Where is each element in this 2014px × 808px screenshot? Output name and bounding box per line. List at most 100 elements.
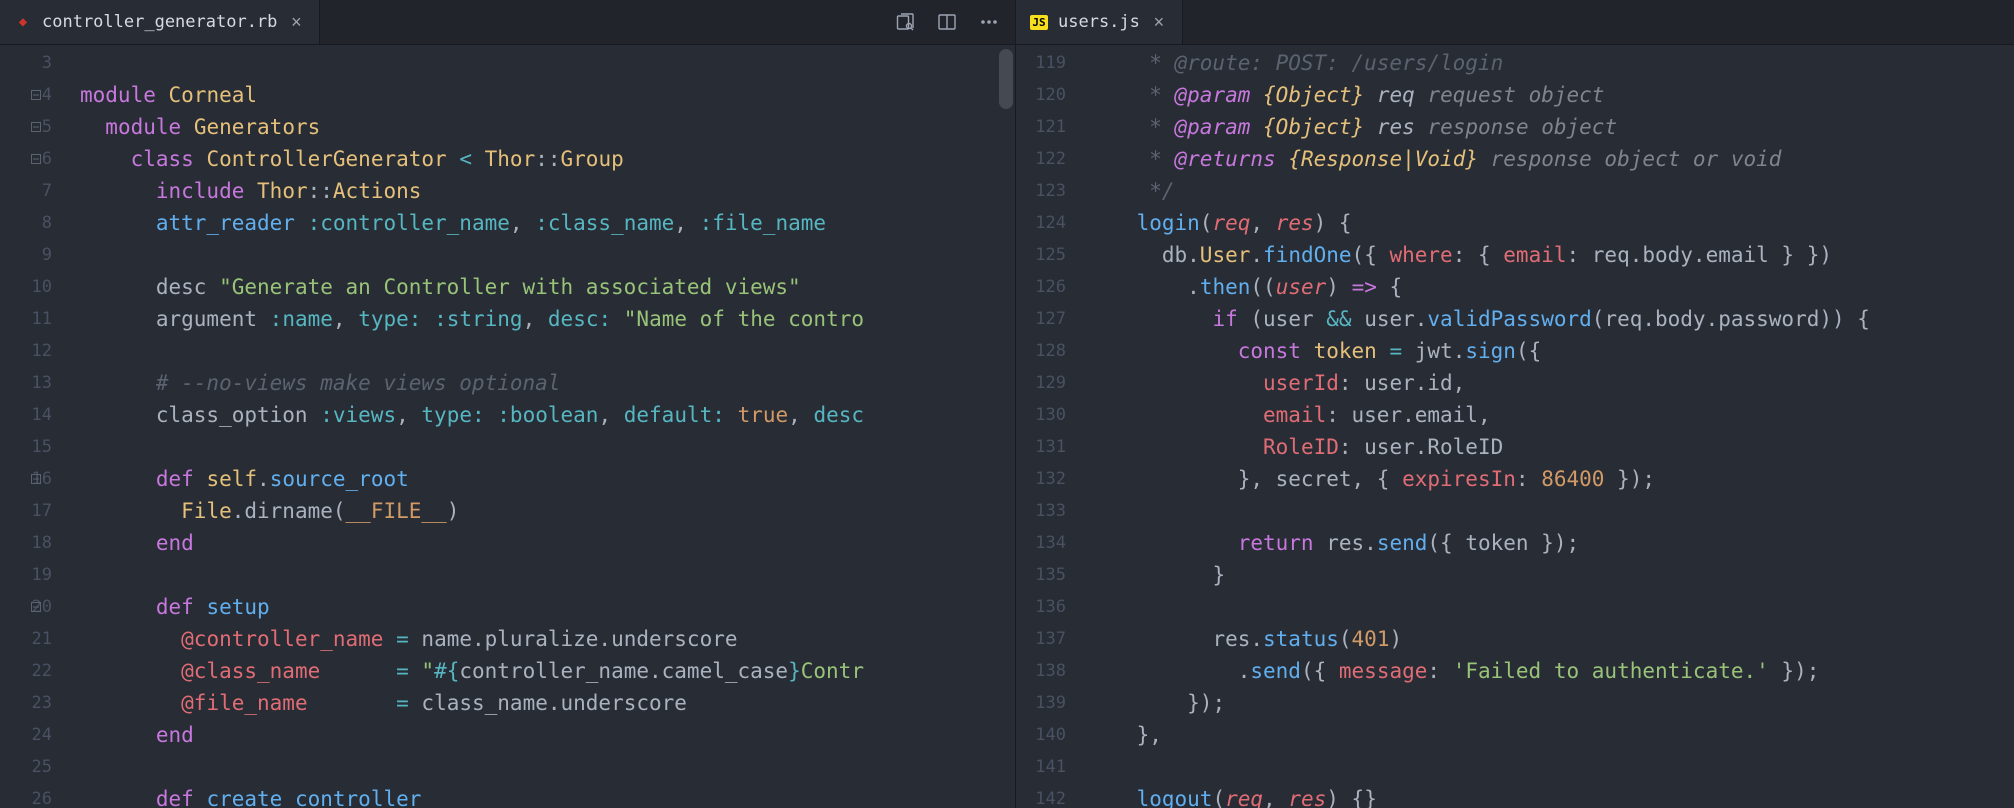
editor-actions [895, 12, 1015, 32]
line-number: 13 [0, 367, 52, 399]
close-icon[interactable]: × [287, 12, 305, 33]
code-line[interactable]: @controller_name = name.pluralize.unders… [80, 623, 1015, 655]
code-line[interactable]: def create_controller [80, 783, 1015, 808]
code-line[interactable]: module Generators [80, 111, 1015, 143]
close-icon[interactable]: × [1150, 12, 1168, 33]
code-line[interactable]: * @route: POST: /users/login [1086, 47, 2014, 79]
line-number: 126 [1016, 271, 1066, 303]
line-number: 137 [1016, 623, 1066, 655]
code-line[interactable] [1086, 751, 2014, 783]
right-editor[interactable]: 1191201211221231241251261271281291301311… [1016, 45, 2014, 808]
code-line[interactable] [80, 751, 1015, 783]
code-line[interactable] [80, 239, 1015, 271]
line-number: 129 [1016, 367, 1066, 399]
fold-icon[interactable] [28, 143, 44, 175]
line-number: 122 [1016, 143, 1066, 175]
code-line[interactable]: def self.source_root [80, 463, 1015, 495]
code-line[interactable]: module Corneal [80, 79, 1015, 111]
code-line[interactable] [1086, 495, 2014, 527]
code-line[interactable]: .then((user) => { [1086, 271, 2014, 303]
right-gutter: 1191201211221231241251261271281291301311… [1016, 45, 1086, 808]
code-line[interactable]: res.status(401) [1086, 623, 2014, 655]
line-number: 131 [1016, 431, 1066, 463]
line-number: 130 [1016, 399, 1066, 431]
line-number: 18 [0, 527, 52, 559]
code-line[interactable]: argument :name, type: :string, desc: "Na… [80, 303, 1015, 335]
scrollbar-vertical[interactable] [999, 49, 1013, 109]
code-line[interactable]: .send({ message: 'Failed to authenticate… [1086, 655, 2014, 687]
code-line[interactable]: if (user && user.validPassword(req.body.… [1086, 303, 2014, 335]
line-number: 4 [0, 79, 52, 111]
code-line[interactable]: * @param {Object} res response object [1086, 111, 2014, 143]
code-line[interactable]: logout(req, res) {} [1086, 783, 2014, 808]
line-number: 11 [0, 303, 52, 335]
code-line[interactable]: include Thor::Actions [80, 175, 1015, 207]
code-line[interactable] [80, 47, 1015, 79]
code-line[interactable]: # --no-views make views optional [80, 367, 1015, 399]
line-number: 138 [1016, 655, 1066, 687]
right-code[interactable]: * @route: POST: /users/login * @param {O… [1086, 45, 2014, 808]
code-line[interactable]: }, secret, { expiresIn: 86400 }); [1086, 463, 2014, 495]
code-line[interactable]: return res.send({ token }); [1086, 527, 2014, 559]
right-editor-pane: JS users.js × 11912012112212312412512612… [1015, 0, 2014, 808]
code-line[interactable] [80, 431, 1015, 463]
left-code[interactable]: module Corneal module Generators class C… [80, 45, 1015, 808]
code-line[interactable]: email: user.email, [1086, 399, 2014, 431]
code-line[interactable]: login(req, res) { [1086, 207, 2014, 239]
code-line[interactable]: def setup [80, 591, 1015, 623]
code-line[interactable]: attr_reader :controller_name, :class_nam… [80, 207, 1015, 239]
code-line[interactable]: RoleID: user.RoleID [1086, 431, 2014, 463]
code-line[interactable]: File.dirname(__FILE__) [80, 495, 1015, 527]
fold-icon[interactable] [28, 111, 44, 143]
line-number: 21 [0, 623, 52, 655]
javascript-icon: JS [1030, 13, 1048, 31]
line-number: 7 [0, 175, 52, 207]
more-actions-icon[interactable] [979, 12, 999, 32]
line-number: 133 [1016, 495, 1066, 527]
code-line[interactable] [80, 335, 1015, 367]
split-editor-icon[interactable] [937, 12, 957, 32]
line-number: 19 [0, 559, 52, 591]
tab-controller-generator[interactable]: ◆ controller_generator.rb × [0, 0, 320, 44]
code-line[interactable]: * @returns {Response|Void} response obje… [1086, 143, 2014, 175]
code-line[interactable]: @class_name = "#{controller_name.camel_c… [80, 655, 1015, 687]
left-editor-pane: ◆ controller_generator.rb × 345678910111… [0, 0, 1015, 808]
line-number: 123 [1016, 175, 1066, 207]
left-editor[interactable]: 3456789101112131415161718192021222324252… [0, 45, 1015, 808]
line-number: 119 [1016, 47, 1066, 79]
line-number: 132 [1016, 463, 1066, 495]
code-line[interactable]: db.User.findOne({ where: { email: req.bo… [1086, 239, 2014, 271]
code-line[interactable]: } [1086, 559, 2014, 591]
code-line[interactable]: const token = jwt.sign({ [1086, 335, 2014, 367]
code-line[interactable]: class ControllerGenerator < Thor::Group [80, 143, 1015, 175]
line-number: 8 [0, 207, 52, 239]
line-number: 121 [1016, 111, 1066, 143]
compare-changes-icon[interactable] [895, 12, 915, 32]
line-number: 9 [0, 239, 52, 271]
line-number: 125 [1016, 239, 1066, 271]
tab-users-js[interactable]: JS users.js × [1016, 0, 1183, 44]
line-number: 135 [1016, 559, 1066, 591]
fold-icon[interactable] [28, 591, 44, 623]
code-line[interactable]: userId: user.id, [1086, 367, 2014, 399]
code-line[interactable]: end [80, 719, 1015, 751]
line-number: 17 [0, 495, 52, 527]
left-gutter: 3456789101112131415161718192021222324252… [0, 45, 80, 808]
code-line[interactable]: }); [1086, 687, 2014, 719]
line-number: 15 [0, 431, 52, 463]
line-number: 120 [1016, 79, 1066, 111]
fold-icon[interactable] [28, 79, 44, 111]
code-line[interactable]: }, [1086, 719, 2014, 751]
line-number: 14 [0, 399, 52, 431]
code-line[interactable] [80, 559, 1015, 591]
code-line[interactable]: */ [1086, 175, 2014, 207]
line-number: 124 [1016, 207, 1066, 239]
code-line[interactable] [1086, 591, 2014, 623]
code-line[interactable]: @file_name = class_name.underscore [80, 687, 1015, 719]
fold-icon[interactable] [28, 463, 44, 495]
line-number: 142 [1016, 783, 1066, 808]
code-line[interactable]: * @param {Object} req request object [1086, 79, 2014, 111]
code-line[interactable]: class_option :views, type: :boolean, def… [80, 399, 1015, 431]
code-line[interactable]: end [80, 527, 1015, 559]
code-line[interactable]: desc "Generate an Controller with associ… [80, 271, 1015, 303]
